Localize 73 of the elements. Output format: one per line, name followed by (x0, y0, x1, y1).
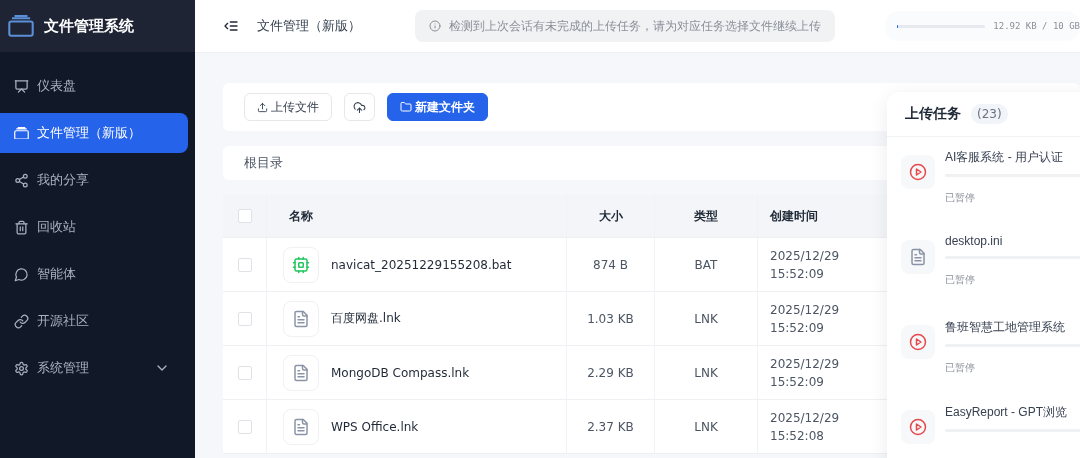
task-name: desktop.ini (945, 234, 1004, 248)
table-cell-text: 2025/12/29 15:52:09 (770, 247, 840, 283)
settings-icon (14, 360, 29, 376)
play-icon[interactable] (909, 333, 927, 351)
page-title: 文件管理（新版） (257, 17, 362, 35)
task-icon-tile[interactable] (901, 410, 935, 444)
info-icon (429, 20, 441, 32)
table-cell: 2.29 KB (587, 365, 634, 380)
new-folder-button[interactable]: 新建文件夹 (387, 93, 488, 121)
document-icon (292, 417, 310, 436)
file-name: 百度网盘.lnk (331, 310, 401, 327)
sidebar-item[interactable]: 开源社区 (0, 301, 188, 341)
row-checkbox[interactable] (237, 419, 252, 434)
document-icon (292, 363, 310, 382)
table-cell: LNK (694, 311, 718, 326)
upload-icon (257, 101, 268, 113)
task-icon-tile[interactable] (901, 155, 935, 189)
table-cell: 1.03 KB (587, 311, 634, 326)
file-name: navicat_20251229155208.bat (331, 257, 512, 272)
table-cell: 874 B (593, 257, 628, 272)
table-cell: LNK (694, 365, 718, 380)
task-name: EasyReport - GPT浏览 (945, 404, 1069, 421)
column-header[interactable]: 名称 (289, 207, 313, 225)
share-icon (14, 172, 29, 188)
task-status: 已暂停 (945, 361, 976, 375)
cloud-upload-button[interactable] (344, 93, 375, 121)
panel-title: 上传任务 (905, 105, 961, 123)
sidebar-item[interactable]: 系统管理 (0, 348, 188, 388)
cloud-upload-icon (353, 100, 366, 114)
file-name: WPS Office.lnk (331, 419, 419, 434)
task-name: AI客服系统 - 用户认证 (945, 149, 1064, 166)
tray-icon (14, 126, 29, 140)
sidebar-item[interactable]: 回收站 (0, 207, 188, 247)
row-checkbox[interactable] (237, 311, 252, 326)
link-icon (14, 313, 29, 329)
table-cell-text: 2025/12/29 15:52:09 (770, 355, 840, 391)
row-checkbox[interactable] (237, 365, 252, 380)
task-icon-tile[interactable] (901, 325, 935, 359)
task-status: 已暂停 (945, 191, 976, 205)
chip-icon (292, 255, 310, 274)
task-status: 已暂停 (945, 273, 976, 287)
trash-icon (14, 219, 29, 235)
app-title: 文件管理系统 (44, 16, 134, 36)
upload-button[interactable]: 上传文件 (244, 93, 332, 121)
presentation-icon (14, 78, 29, 94)
sidebar-item[interactable]: 文件管理（新版） (0, 113, 188, 153)
document-icon (909, 248, 927, 266)
play-icon[interactable] (909, 163, 927, 181)
table-cell: 2.37 KB (587, 419, 634, 434)
task-icon-tile[interactable] (901, 240, 935, 274)
table-cell: LNK (694, 419, 718, 434)
row-checkbox[interactable] (237, 257, 252, 272)
task-count: (23) (971, 104, 1008, 124)
select-all-checkbox[interactable] (237, 209, 252, 223)
column-header[interactable]: 类型 (694, 207, 718, 225)
table-cell-text: 2025/12/29 15:52:08 (770, 409, 840, 445)
menu-icon[interactable] (223, 18, 239, 34)
tray-icon (8, 14, 34, 38)
column-header[interactable]: 大小 (598, 207, 623, 225)
document-icon (292, 309, 310, 328)
task-name: 鲁班智慧工地管理系统 (945, 319, 1066, 336)
table-cell: BAT (694, 257, 718, 272)
notice-text: 检测到上次会话有未完成的上传任务，请为对应任务选择文件继续上传 (449, 17, 821, 35)
folder-icon (400, 101, 412, 113)
sidebar-item[interactable]: 仪表盘 (0, 66, 188, 106)
table-cell-text: 2025/12/29 15:52:09 (770, 301, 840, 337)
play-icon[interactable] (909, 418, 927, 436)
file-name: MongoDB Compass.lnk (331, 365, 470, 380)
storage-reading: 12.92 KB / 10 GB (993, 21, 1080, 31)
chat-icon (14, 266, 29, 282)
column-header[interactable]: 创建时间 (770, 207, 818, 225)
sidebar-item[interactable]: 智能体 (0, 254, 188, 294)
sidebar-item[interactable]: 我的分享 (0, 160, 188, 200)
